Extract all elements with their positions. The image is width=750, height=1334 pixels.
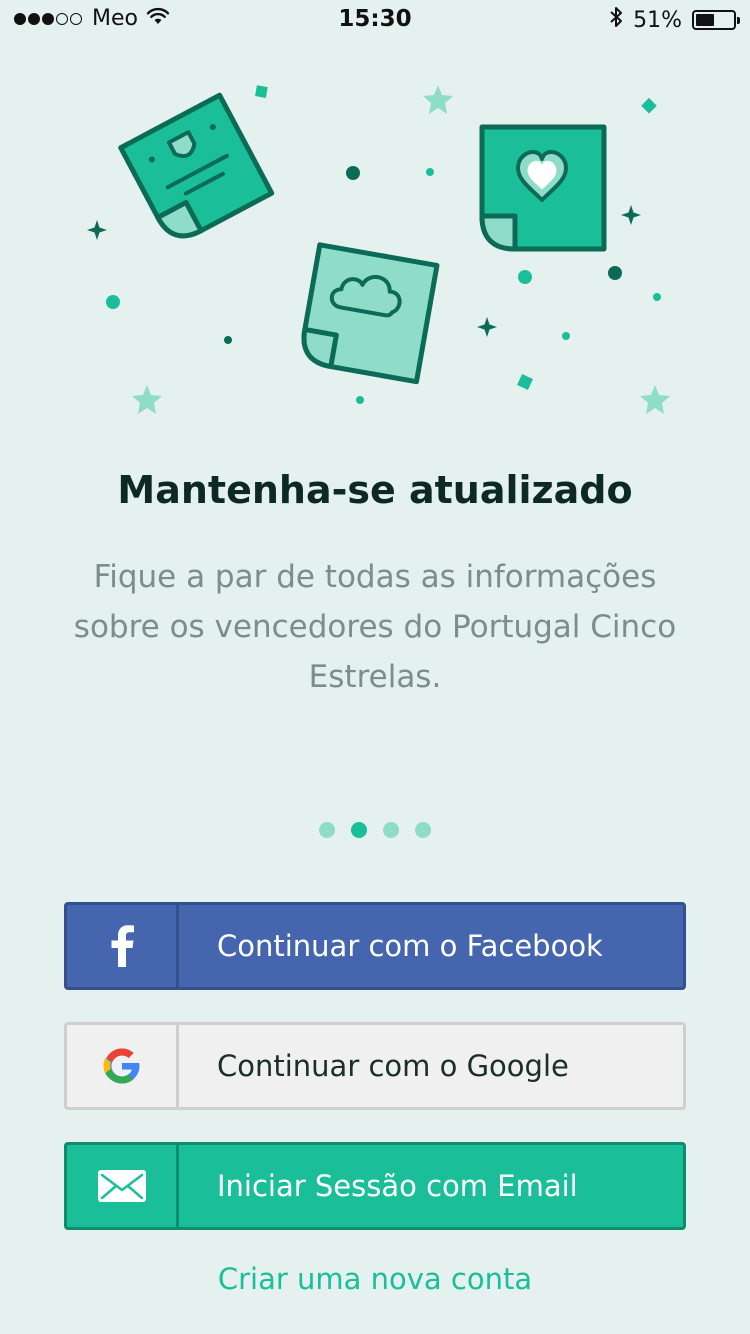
battery-icon [692, 10, 740, 30]
google-icon [67, 1025, 179, 1107]
google-button-label: Continuar com o Google [217, 1049, 569, 1083]
note-cloud-icon [301, 242, 440, 385]
email-button-label: Iniciar Sessão com Email [217, 1169, 578, 1203]
onboarding-title: Mantenha-se atualizado [117, 468, 633, 512]
google-login-button[interactable]: Continuar com o Google [64, 1022, 686, 1110]
onboarding-description: Fique a par de todas as informações sobr… [73, 559, 677, 695]
envelope-icon [67, 1145, 179, 1227]
battery-percentage: 51% [633, 7, 682, 33]
note-heart-icon [479, 124, 607, 252]
page-indicator [0, 822, 750, 838]
facebook-icon [67, 905, 179, 987]
page-dot[interactable] [383, 822, 399, 838]
bluetooth-icon [609, 6, 623, 34]
battery-level [696, 14, 714, 26]
page-dot[interactable] [415, 822, 431, 838]
status-bar: Meo 15:30 51% [0, 0, 750, 40]
facebook-login-button[interactable]: Continuar com o Facebook [64, 902, 686, 990]
note-text-icon [118, 92, 275, 239]
facebook-button-label: Continuar com o Facebook [217, 929, 603, 963]
onboarding-illustration [0, 60, 750, 430]
email-login-button[interactable]: Iniciar Sessão com Email [64, 1142, 686, 1230]
create-account-link[interactable]: Criar uma nova conta [0, 1262, 750, 1296]
page-dot[interactable] [319, 822, 335, 838]
page-dot-active[interactable] [351, 822, 367, 838]
status-right: 51% [609, 6, 740, 34]
battery-tip [737, 17, 740, 24]
